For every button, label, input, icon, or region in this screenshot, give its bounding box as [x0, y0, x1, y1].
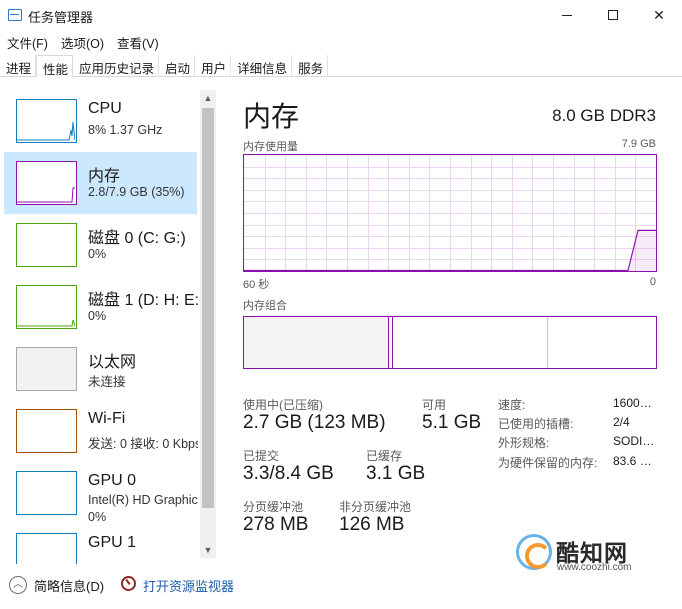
close-icon: ✕	[653, 6, 665, 23]
minimize-button[interactable]	[544, 0, 590, 30]
resource-list: CPU 8% 1.37 GHz 内存 2.8/7.9 GB (35%) 磁盘 0…	[0, 86, 216, 564]
maximize-icon	[608, 10, 618, 20]
title-bar: 任务管理器 ✕	[0, 0, 682, 30]
resource-name: 磁盘 1 (D: H: E:	[88, 292, 200, 309]
resource-item-cpu[interactable]: CPU 8% 1.37 GHz	[4, 90, 197, 152]
maximize-button[interactable]	[590, 0, 636, 30]
usage-graph-label: 内存使用量	[243, 141, 298, 153]
in-use-label: 使用中(已压缩)	[243, 398, 323, 412]
scrollbar-thumb[interactable]	[202, 108, 214, 508]
resource-item-memory[interactable]: 内存 2.8/7.9 GB (35%)	[4, 152, 197, 214]
menu-options[interactable]: 选项(O)	[54, 31, 110, 53]
disk-thumbnail-graph	[16, 285, 77, 329]
resource-item-wifi[interactable]: Wi-Fi 发送: 0 接收: 0 Kbps	[4, 400, 198, 462]
paged-pool-label: 分页缓冲池	[243, 500, 304, 514]
resource-name: GPU 1	[88, 534, 137, 551]
scroll-up-arrow-icon[interactable]: ▲	[200, 90, 216, 106]
graph-axis-end: 0	[649, 276, 656, 288]
wifi-thumbnail-graph	[16, 409, 77, 453]
nonpaged-pool-label: 非分页缓冲池	[339, 500, 412, 514]
tab-app-history[interactable]: 应用历史记录	[73, 55, 160, 77]
committed-value: 3.3/8.4 GB	[243, 463, 334, 484]
window-title: 任务管理器	[28, 10, 94, 25]
resource-item-ethernet[interactable]: 以太网 未连接	[4, 338, 197, 400]
task-manager-icon	[8, 9, 22, 21]
cached-value: 3.1 GB	[366, 463, 426, 484]
composition-standby	[393, 317, 548, 368]
resource-name: Wi-Fi	[88, 410, 126, 427]
resource-name: 磁盘 0 (C: G:)	[88, 230, 186, 247]
graph-axis-start: 60 秒	[243, 279, 270, 291]
resource-name: 以太网	[88, 354, 137, 371]
watermark: 酷知网 www.coozhi.com	[512, 528, 674, 578]
close-button[interactable]: ✕	[636, 0, 682, 30]
resource-name: CPU	[88, 100, 122, 117]
composition-free	[548, 317, 656, 368]
scroll-down-arrow-icon[interactable]: ▼	[200, 542, 216, 558]
form-factor-label: 外形规格:	[498, 436, 550, 450]
composition-in-use	[244, 317, 389, 368]
tab-bar: 进程 性能 应用历史记录 启动 用户 详细信息 服务	[0, 55, 682, 78]
resource-monitor-icon	[121, 576, 136, 591]
resource-list-scrollbar[interactable]: ▲ ▼	[200, 90, 216, 558]
tab-startup[interactable]: 启动	[159, 55, 196, 77]
gpu-thumbnail-graph	[16, 533, 77, 564]
tab-details[interactable]: 详细信息	[231, 55, 293, 77]
resource-usage: 0%	[88, 309, 107, 323]
resource-usage: 0%	[88, 510, 107, 524]
menu-bar: 文件(F) 选项(O) 查看(V)	[0, 31, 165, 53]
slots-used-label: 已使用的插槽:	[498, 417, 574, 431]
resource-name: 内存	[88, 168, 121, 185]
hardware-reserved-label: 为硬件保留的内存:	[498, 456, 598, 470]
resource-item-gpu-1[interactable]: GPU 1	[4, 524, 197, 564]
gpu-thumbnail-graph	[16, 471, 77, 515]
nonpaged-pool-value: 126 MB	[339, 514, 405, 535]
speed-value: 1600…	[613, 396, 652, 410]
resource-usage: 0%	[88, 247, 107, 261]
resource-item-disk-0[interactable]: 磁盘 0 (C: G:) 0%	[4, 214, 197, 276]
disk-thumbnail-graph	[16, 223, 77, 267]
memory-usage-graph	[243, 154, 657, 272]
menu-view[interactable]: 查看(V)	[110, 31, 165, 53]
form-factor-value: SODI…	[613, 434, 655, 448]
committed-label: 已提交	[243, 449, 280, 463]
resource-model: Intel(R) HD Graphics	[88, 493, 198, 507]
available-label: 可用	[422, 398, 447, 412]
resource-name: GPU 0	[88, 472, 137, 489]
ethernet-thumbnail-graph	[16, 347, 77, 391]
composition-label: 内存组合	[243, 300, 287, 312]
memory-composition-bar	[243, 316, 657, 369]
cached-label: 已缓存	[366, 449, 403, 463]
memory-spec: 8.0 GB DDR3	[552, 106, 656, 125]
resource-usage: 发送: 0 接收: 0 Kbps	[88, 437, 198, 451]
menu-file[interactable]: 文件(F)	[0, 31, 54, 53]
paged-pool-value: 278 MB	[243, 514, 309, 535]
chevron-up-icon[interactable]: ︿	[9, 576, 27, 594]
in-use-value: 2.7 GB (123 MB)	[243, 412, 386, 433]
resource-usage: 8% 1.37 GHz	[88, 123, 163, 137]
memory-usage-graph-svg	[244, 155, 656, 271]
hardware-reserved-value: 83.6 …	[613, 454, 652, 468]
usage-graph-max: 7.9 GB	[621, 138, 656, 150]
resource-item-disk-1[interactable]: 磁盘 1 (D: H: E: 0%	[4, 276, 200, 338]
fewer-details-link[interactable]: 简略信息(D)	[34, 576, 104, 595]
tab-users[interactable]: 用户	[195, 55, 232, 77]
tab-services[interactable]: 服务	[292, 55, 329, 77]
slots-used-value: 2/4	[613, 415, 630, 429]
cpu-thumbnail-graph	[16, 99, 77, 143]
watermark-logo-icon	[516, 534, 552, 570]
minimize-icon	[562, 14, 572, 16]
graph-grid	[244, 155, 656, 271]
watermark-url: www.coozhi.com	[557, 562, 632, 573]
tab-processes[interactable]: 进程	[0, 55, 37, 77]
memory-thumbnail-graph	[16, 161, 77, 205]
speed-label: 速度:	[498, 398, 526, 412]
open-resource-monitor-link[interactable]: 打开资源监视器	[143, 576, 234, 595]
resource-item-gpu-0[interactable]: GPU 0 Intel(R) HD Graphics 0%	[4, 462, 198, 524]
resource-usage: 未连接	[88, 375, 126, 389]
page-title: 内存	[243, 101, 300, 132]
tab-performance[interactable]: 性能	[36, 55, 74, 78]
resource-usage: 2.8/7.9 GB (35%)	[88, 185, 185, 199]
available-value: 5.1 GB	[422, 412, 482, 433]
